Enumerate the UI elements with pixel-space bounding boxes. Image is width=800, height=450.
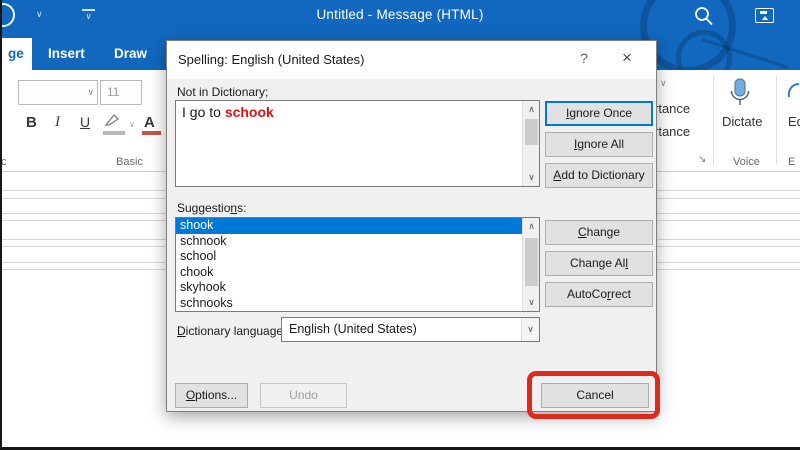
suggestions-label: Suggestions: [177, 201, 247, 215]
bold-button[interactable]: B [26, 114, 37, 131]
list-item[interactable]: chook [176, 265, 523, 281]
chevron-down-icon[interactable]: ∨ [129, 120, 135, 129]
list-item[interactable]: school [176, 249, 523, 265]
high-importance-button[interactable]: rtance [654, 101, 690, 116]
change-all-button[interactable]: Change All [545, 251, 653, 276]
window-left-border [0, 0, 2, 450]
editor-pen-icon[interactable] [786, 82, 800, 105]
list-item[interactable]: schnooks [176, 296, 523, 312]
highlight-pen-icon[interactable] [103, 112, 121, 133]
voice-group-label: Voice [733, 156, 760, 168]
sentence-prefix: I go to [182, 104, 225, 120]
tab-message[interactable]: ge [0, 38, 32, 70]
ribbon-separator [776, 75, 777, 165]
chevron-down-icon[interactable]: ∨ [660, 78, 667, 89]
undo-button: Undo [260, 383, 347, 408]
misspelled-word: schook [224, 104, 274, 120]
dialog-title: Spelling: English (United States) [178, 52, 365, 67]
tab-draw[interactable]: Draw [100, 38, 161, 70]
add-to-dictionary-button[interactable]: Add to Dictionary [545, 163, 653, 188]
list-item[interactable]: skyhook [176, 280, 523, 296]
window-title: Untitled - Message (HTML) [316, 7, 484, 22]
red-highlight-annotation [527, 371, 660, 419]
titlebar: ∨ ∨ Untitled - Message (HTML) [0, 0, 800, 30]
font-color-button[interactable]: A [144, 114, 155, 131]
microphone-icon[interactable] [728, 78, 752, 115]
dialog-launcher-icon[interactable]: ↘ [698, 154, 706, 165]
dictionary-language-select[interactable]: English (United States) ∨ [281, 317, 540, 342]
low-importance-button[interactable]: rtance [654, 124, 690, 139]
scrollbar-thumb[interactable] [525, 238, 538, 286]
italic-button[interactable]: I [55, 114, 60, 131]
dictionary-language-value: English (United States) [289, 322, 417, 336]
tab-insert[interactable]: Insert [34, 38, 99, 70]
change-button[interactable]: Change [545, 220, 653, 245]
font-size-combobox[interactable]: 11 [100, 80, 142, 105]
list-scrollbar[interactable]: ∧ ∨ [522, 218, 539, 311]
window-popout-icon[interactable] [755, 8, 774, 23]
help-button[interactable]: ? [574, 50, 594, 66]
dictionary-language-label: Dictionary language: [177, 324, 287, 338]
autocorrect-button[interactable]: AutoCorrect [545, 282, 653, 307]
scroll-down-icon[interactable]: ∨ [523, 297, 540, 308]
dictate-button[interactable]: Dictate [722, 114, 762, 129]
chevron-down-icon[interactable]: ∨ [87, 87, 94, 98]
textbox-scrollbar[interactable]: ∧ ∨ [522, 101, 539, 186]
search-icon[interactable] [693, 6, 715, 33]
scrollbar-thumb[interactable] [525, 119, 538, 145]
scroll-up-icon[interactable]: ∧ [523, 221, 540, 232]
basic-text-group-label: Basic [116, 156, 143, 168]
dialog-titlebar[interactable]: Spelling: English (United States) ? × [167, 41, 656, 79]
spelling-dialog: Spelling: English (United States) ? × No… [166, 40, 657, 412]
font-color-bar [142, 131, 161, 135]
close-icon[interactable]: × [616, 48, 638, 68]
editor-group-label: E [788, 156, 796, 168]
list-item[interactable]: shook [176, 218, 523, 234]
not-in-dictionary-label: Not in Dictionary; [177, 85, 269, 99]
options-button[interactable]: Options... [175, 383, 248, 408]
chevron-down-icon[interactable]: ∨ [521, 318, 539, 341]
not-in-dictionary-textbox[interactable]: I go to schook ∧ ∨ [175, 100, 540, 187]
outlook-message-window: ∨ ∨ Untitled - Message (HTML) ge Insert … [0, 0, 800, 450]
editor-button[interactable]: Ed [788, 114, 800, 129]
ignore-once-button[interactable]: Ignore Once [545, 101, 653, 126]
underline-button[interactable]: U [80, 114, 90, 130]
sentence-text: I go to schook [182, 104, 274, 120]
ignore-all-button[interactable]: Ignore All [545, 132, 653, 157]
highlight-color-bar [103, 131, 125, 135]
list-item[interactable]: schnook [176, 234, 523, 250]
scroll-down-icon[interactable]: ∨ [523, 172, 540, 183]
suggestions-listbox[interactable]: shook schnook school chook skyhook schno… [175, 217, 540, 312]
ribbon-separator [713, 75, 714, 165]
font-name-combobox[interactable]: ∨ [18, 80, 98, 105]
scroll-up-icon[interactable]: ∧ [523, 104, 540, 115]
